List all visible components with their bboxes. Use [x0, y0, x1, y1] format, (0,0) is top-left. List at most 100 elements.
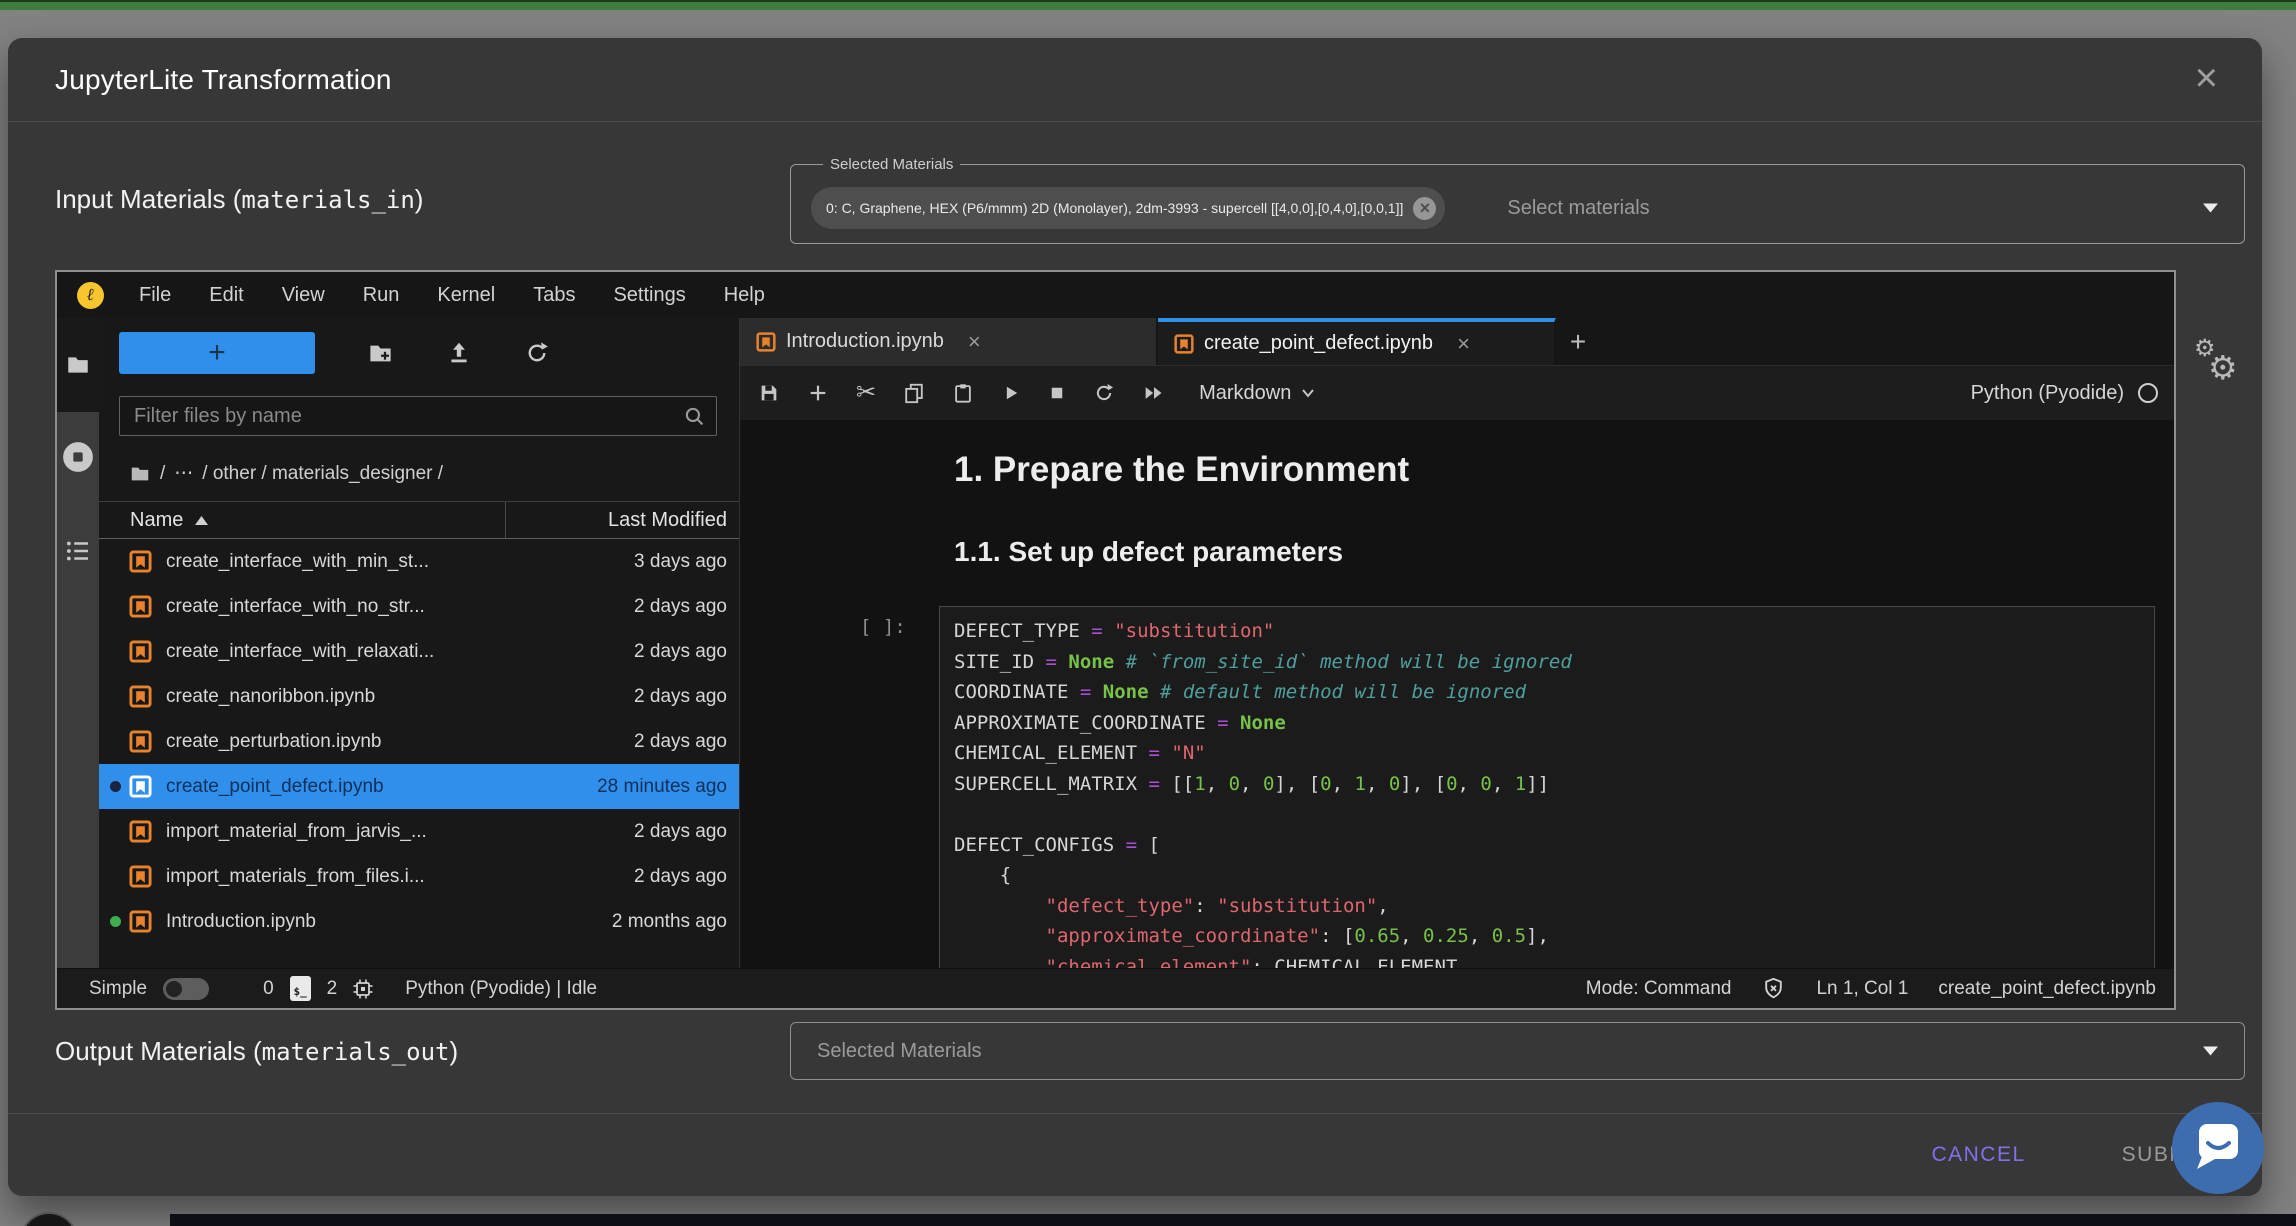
- chip-delete-icon[interactable]: ×: [1413, 197, 1436, 220]
- running-sessions-icon[interactable]: [61, 440, 95, 474]
- kernel-name[interactable]: Python (Pyodide): [1971, 382, 2124, 405]
- menu-item-settings[interactable]: Settings: [594, 284, 704, 307]
- restart-icon[interactable]: [1093, 382, 1115, 404]
- column-header-modified[interactable]: Last Modified: [608, 509, 739, 532]
- kernel-running-dot: [110, 781, 121, 792]
- breadcrumb-root[interactable]: /: [160, 463, 165, 485]
- notebook-content[interactable]: 1. Prepare the Environment 1.1. Set up d…: [740, 420, 2174, 968]
- status-filename: create_point_defect.ipynb: [1938, 978, 2156, 1000]
- selected-materials-field[interactable]: Selected Materials 0: C, Graphene, HEX (…: [790, 156, 2245, 244]
- file-row[interactable]: create_perturbation.ipynb2 days ago: [99, 719, 739, 764]
- breadcrumb-ellipsis[interactable]: ⋯: [174, 462, 193, 485]
- file-name: import_material_from_jarvis_...: [166, 821, 427, 843]
- file-row[interactable]: create_nanoribbon.ipynb2 days ago: [99, 674, 739, 719]
- menu-item-help[interactable]: Help: [705, 284, 784, 307]
- tab-introduction-ipynb[interactable]: Introduction.ipynb×: [740, 318, 1158, 365]
- cursor-position[interactable]: Ln 1, Col 1: [1816, 978, 1908, 1000]
- kernel-status-icon: [2138, 383, 2158, 403]
- notebook-icon: [129, 640, 152, 663]
- output-label-suffix: ): [449, 1036, 458, 1066]
- stop-icon[interactable]: [1048, 384, 1066, 402]
- file-list-header[interactable]: Name Last Modified: [99, 501, 739, 539]
- dialog-header: JupyterLite Transformation ×: [8, 38, 2262, 122]
- kernel-status-text[interactable]: Python (Pyodide) | Idle: [405, 978, 597, 1000]
- toggle-knob: [166, 981, 182, 997]
- activity-bar: [57, 318, 99, 968]
- filter-files-wrap: [119, 396, 717, 436]
- sort-ascending-icon: [195, 516, 208, 525]
- file-row[interactable]: create_interface_with_min_st...3 days ag…: [99, 539, 739, 584]
- file-row[interactable]: import_material_from_jarvis_...2 days ag…: [99, 809, 739, 854]
- copy-icon[interactable]: [903, 382, 925, 404]
- file-row[interactable]: import_materials_from_files.i...2 days a…: [99, 854, 739, 899]
- selected-materials-legend: Selected Materials: [823, 156, 960, 173]
- menu-item-file[interactable]: File: [120, 284, 190, 307]
- code-line: [954, 799, 2140, 830]
- settings-gears-icon[interactable]: ⚙ ⚙: [2192, 334, 2252, 394]
- cell-type-select[interactable]: Markdown: [1199, 382, 1315, 405]
- close-icon[interactable]: ×: [2195, 54, 2218, 102]
- kernels-count: 2: [327, 978, 338, 1000]
- menu-item-kernel[interactable]: Kernel: [418, 284, 514, 307]
- dropdown-arrow-icon: [2203, 1047, 2218, 1056]
- code-line: APPROXIMATE_COORDINATE = None: [954, 708, 2140, 739]
- column-header-name[interactable]: Name: [99, 509, 183, 532]
- jupyterlite-logo-icon: ℓ: [77, 282, 104, 309]
- menu-item-tabs[interactable]: Tabs: [514, 284, 594, 307]
- new-folder-icon[interactable]: [367, 340, 394, 367]
- code-cell[interactable]: DEFECT_TYPE = "substitution"SITE_ID = No…: [939, 606, 2155, 968]
- folder-icon: [65, 352, 91, 378]
- tab-create_point_defect-ipynb[interactable]: create_point_defect.ipynb×: [1158, 318, 1556, 365]
- table-of-contents-icon[interactable]: [63, 536, 93, 566]
- new-tab-button[interactable]: +: [1556, 318, 1600, 365]
- partial-bottom-icon[interactable]: [20, 1212, 78, 1226]
- output-materials-select[interactable]: Selected Materials: [790, 1022, 2245, 1080]
- terminal-icon[interactable]: $_: [290, 976, 311, 1001]
- refresh-icon[interactable]: [524, 340, 550, 366]
- file-modified: 2 months ago: [612, 911, 739, 933]
- cancel-button[interactable]: CANCEL: [1931, 1143, 2025, 1167]
- paste-icon[interactable]: [952, 382, 974, 404]
- tab-close-icon[interactable]: ×: [968, 329, 981, 355]
- material-chip[interactable]: 0: C, Graphene, HEX (P6/mmm) 2D (Monolay…: [811, 187, 1445, 229]
- upload-icon[interactable]: [446, 340, 472, 366]
- file-name: create_interface_with_min_st...: [166, 551, 429, 573]
- jupyterlite-transformation-dialog: JupyterLite Transformation × Input Mater…: [8, 38, 2262, 1196]
- cut-icon[interactable]: ✂: [856, 382, 876, 404]
- trust-shield-icon[interactable]: [1761, 976, 1786, 1001]
- chat-launcher-button[interactable]: [2172, 1102, 2264, 1194]
- code-editor[interactable]: DEFECT_TYPE = "substitution"SITE_ID = No…: [940, 607, 2154, 968]
- file-row[interactable]: Introduction.ipynb2 months ago: [99, 899, 739, 944]
- save-icon[interactable]: [758, 382, 780, 404]
- new-launcher-button[interactable]: +: [119, 332, 315, 374]
- file-browser-toolbar: +: [99, 318, 739, 374]
- filter-files-input[interactable]: [119, 396, 717, 436]
- code-line: DEFECT_TYPE = "substitution": [954, 616, 2140, 647]
- file-browser-tab[interactable]: [57, 318, 99, 412]
- kernel-chip-icon[interactable]: [351, 977, 375, 1001]
- status-bar: Simple 0 $_ 2 Python (Pyodide) | Idle Mo…: [57, 968, 2174, 1008]
- menu-item-run[interactable]: Run: [344, 284, 419, 307]
- breadcrumb: / ⋯ / other / materials_designer /: [99, 436, 739, 485]
- file-row[interactable]: create_interface_with_relaxati...2 days …: [99, 629, 739, 674]
- notebook-icon: [756, 332, 776, 352]
- menu-item-view[interactable]: View: [263, 284, 344, 307]
- file-row[interactable]: create_interface_with_no_str...2 days ag…: [99, 584, 739, 629]
- output-materials-label: Output Materials (materials_out): [55, 1036, 458, 1067]
- run-all-icon[interactable]: [1142, 383, 1166, 403]
- input-materials-label: Input Materials (materials_in): [55, 184, 423, 215]
- file-name: create_nanoribbon.ipynb: [166, 686, 375, 708]
- dropdown-arrow-icon[interactable]: [2203, 204, 2218, 213]
- kernel-indicator[interactable]: Python (Pyodide): [1971, 382, 2158, 405]
- jupyterlite-embed: ℓ FileEditViewRunKernelTabsSettingsHelp: [55, 270, 2176, 1010]
- insert-cell-icon[interactable]: [807, 382, 829, 404]
- code-line: CHEMICAL_ELEMENT = "N": [954, 738, 2140, 769]
- output-label-prefix: Output Materials (: [55, 1036, 262, 1066]
- run-icon[interactable]: [1001, 383, 1021, 403]
- tab-close-icon[interactable]: ×: [1457, 331, 1470, 357]
- mode-indicator[interactable]: Mode: Command: [1586, 978, 1732, 1000]
- file-row[interactable]: create_point_defect.ipynb28 minutes ago: [99, 764, 739, 809]
- simple-mode-toggle[interactable]: [163, 978, 209, 1000]
- menu-item-edit[interactable]: Edit: [190, 284, 262, 307]
- breadcrumb-path[interactable]: / other / materials_designer /: [202, 463, 443, 485]
